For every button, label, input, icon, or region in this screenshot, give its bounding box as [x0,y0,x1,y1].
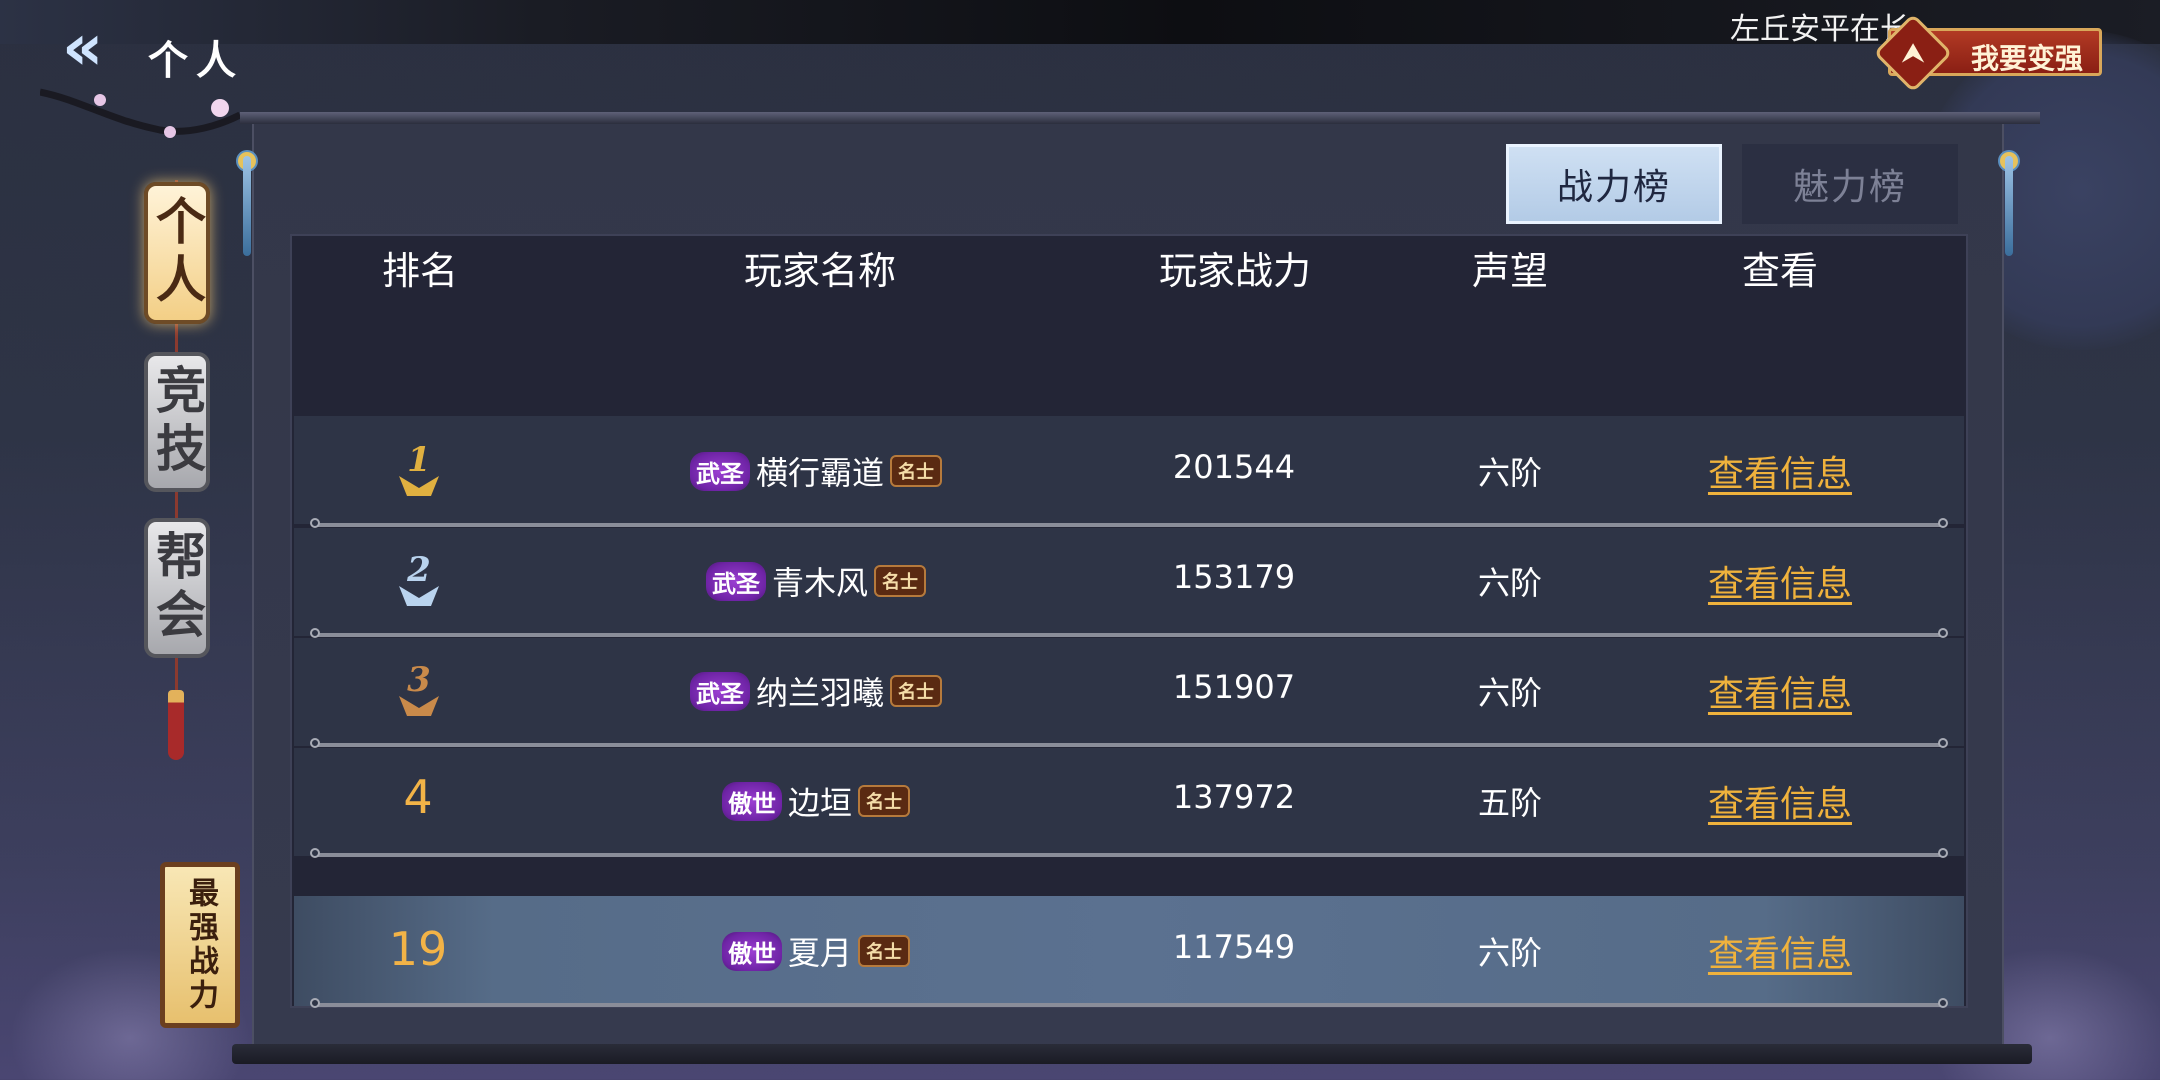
column-header-player-name: 玩家名称 [743,249,896,293]
tassel-left-icon [236,116,258,256]
become-stronger-button[interactable]: ⮝ 我要变强 [1873,13,2102,93]
side-tab-label: 个人 [148,195,207,311]
plum-branch-decoration [40,88,240,138]
player-power: 137972 [1172,778,1296,816]
view-info-link[interactable]: 查看信息 [1680,555,1880,607]
side-tab-arena[interactable]: 竞技 [144,352,210,492]
mingshi-badge-icon: 名士 [890,675,943,707]
reputation-level: 五阶 [1477,784,1542,822]
row-divider [310,738,1948,748]
view-info-link[interactable]: 查看信息 [1680,665,1880,717]
gold-medal-icon: 1 [396,440,442,500]
player-name: 夏月 [788,934,853,972]
reputation-level: 六阶 [1477,564,1542,602]
strongest-power-label: 最强战力 [183,877,218,1013]
view-info-link[interactable]: 查看信息 [1680,445,1880,497]
player-name: 青木风 [772,564,869,602]
player-name: 边垣 [788,784,853,822]
reputation-level: 六阶 [1477,454,1542,492]
row-divider [310,518,1948,528]
player-power: 117549 [1172,928,1296,966]
strongest-power-tab[interactable]: 最强战力 [160,862,240,1028]
reputation-level: 六阶 [1477,934,1542,972]
view-info-link[interactable]: 查看信息 [1680,925,1880,977]
row-divider [310,998,1948,1008]
title-badge: 武圣 [706,561,766,601]
player-name: 纳兰羽曦 [756,674,885,712]
board-bottom-rail [232,1044,2032,1064]
own-rank-number: 19 [388,922,448,976]
side-tab-label: 帮会 [148,530,207,646]
become-stronger-label: 我要变强 [1971,42,2084,75]
back-button[interactable]: « 个人 [56,14,286,84]
tassel-decoration [168,690,184,760]
player-name: 横行霸道 [756,454,885,492]
title-badge: 傲世 [722,781,782,821]
column-header-reputation: 声望 [1471,249,1548,293]
player-name-cell: 傲世 边垣 名士 [722,778,911,824]
board-top-rail [240,112,2040,124]
side-tab-label: 竞技 [148,364,207,480]
rank-number: 4 [403,770,433,824]
player-power: 153179 [1172,558,1296,596]
scrolling-announcement: 左丘安平在长 [1730,12,1910,47]
column-header-rank: 排名 [381,249,458,293]
reputation-level: 六阶 [1477,674,1542,712]
player-name-cell: 武圣 青木风 名士 [706,558,927,604]
player-name-cell: 武圣 纳兰羽曦 名士 [690,668,943,714]
tab-charm-ranking[interactable]: 魅力榜 [1742,144,1958,224]
tassel-right-icon [1998,116,2020,256]
mingshi-badge-icon: 名士 [858,935,911,967]
mingshi-badge-icon: 名士 [890,455,943,487]
column-header-view: 查看 [1741,249,1818,293]
bronze-medal-icon: 3 [396,660,442,720]
player-power: 151907 [1172,668,1296,706]
page-title: 个人 [148,37,244,84]
title-badge: 武圣 [690,451,750,491]
column-header-player-power: 玩家战力 [1158,249,1311,293]
row-divider [310,628,1948,638]
player-name-cell: 傲世 夏月 名士 [722,928,911,974]
back-arrow-icon: « [62,11,104,85]
player-power: 201544 [1172,448,1296,486]
title-badge: 武圣 [690,671,750,711]
mingshi-badge-icon: 名士 [874,565,927,597]
silver-medal-icon: 2 [396,550,442,610]
side-tab-personal[interactable]: 个人 [144,182,210,324]
player-name-cell: 武圣 横行霸道 名士 [690,448,943,494]
tab-power-ranking[interactable]: 战力榜 [1506,144,1722,224]
row-divider [310,848,1948,858]
side-tab-guild[interactable]: 帮会 [144,518,210,658]
mingshi-badge-icon: 名士 [858,785,911,817]
title-badge: 傲世 [722,931,782,971]
view-info-link[interactable]: 查看信息 [1680,775,1880,827]
